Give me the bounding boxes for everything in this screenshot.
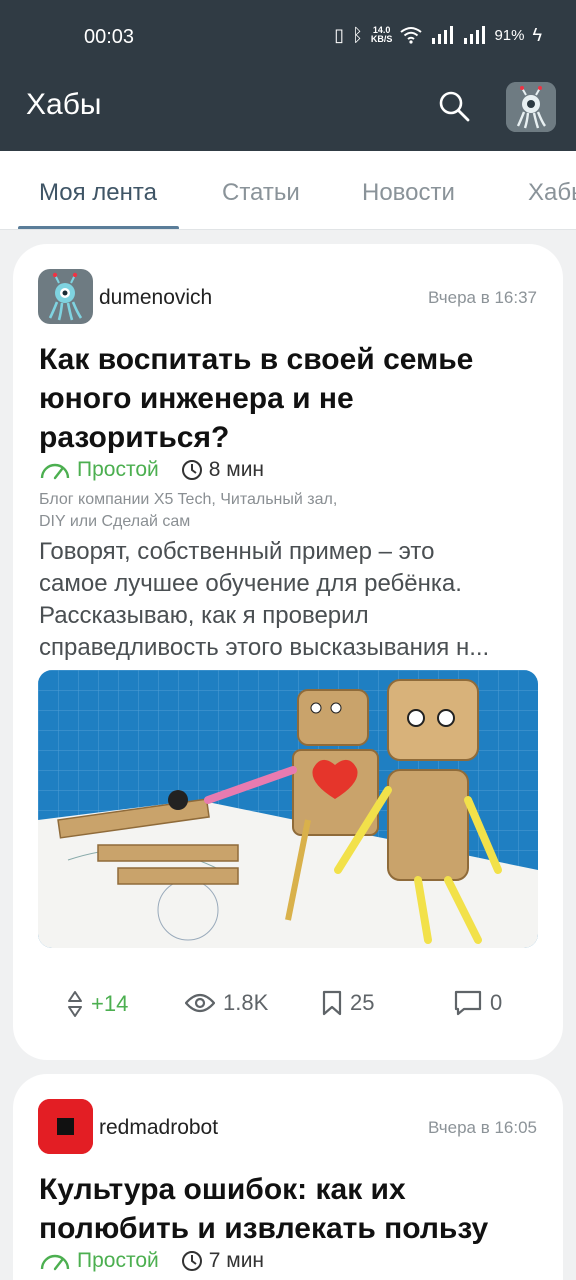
signal-icon-2 — [464, 26, 486, 44]
difficulty-label: Простой — [77, 458, 159, 481]
author-name[interactable]: redmadrobot — [99, 1116, 218, 1140]
post-title[interactable]: Как воспитать в своей семье юного инжене… — [39, 340, 539, 457]
read-time: 8 мин — [181, 458, 264, 482]
author-avatar[interactable] — [38, 269, 93, 324]
post-stats: +14 1.8K 25 0 — [13, 984, 563, 1024]
robot-avatar-icon — [38, 269, 93, 324]
author-name[interactable]: dumenovich — [99, 286, 212, 310]
difficulty-level: Простой — [39, 1249, 159, 1273]
views-counter: 1.8K — [185, 990, 268, 1016]
bookmark-button[interactable]: 25 — [322, 990, 374, 1016]
difficulty-level: Простой — [39, 458, 159, 482]
vote-count: +14 — [91, 991, 129, 1016]
profile-avatar[interactable] — [506, 82, 556, 132]
feed-tabs: Моя лента Статьи Новости Хабы — [0, 151, 576, 230]
status-time: 00:03 — [84, 26, 135, 48]
signal-icon — [432, 26, 454, 44]
views-count: 1.8K — [223, 990, 269, 1015]
bluetooth-icon: ᛒ — [352, 25, 363, 45]
square-logo-icon — [38, 1099, 93, 1154]
author-avatar[interactable] — [38, 1099, 93, 1154]
post-card[interactable]: redmadrobot Вчера в 16:05 Культура ошибо… — [13, 1074, 563, 1280]
comments-count: 0 — [490, 990, 503, 1015]
read-time: 7 мин — [181, 1249, 264, 1273]
tab-articles[interactable]: Статьи — [222, 179, 300, 207]
status-icons: ▯ ᛒ 14.0 KB/S 91% ϟ — [334, 24, 542, 46]
post-hubs[interactable]: Блог компании X5 Tech, Читальный зал, DI… — [39, 489, 439, 533]
post-card[interactable]: dumenovich Вчера в 16:37 Как воспитать в… — [13, 244, 563, 1060]
tab-my-feed[interactable]: Моя лента — [39, 179, 157, 207]
post-meta: Простой 8 мин — [39, 458, 264, 482]
hubs-line: Блог компании X5 Tech, Читальный зал, — [39, 491, 338, 508]
speedometer-icon — [40, 1254, 70, 1271]
network-speed: 14.0 KB/S — [371, 26, 393, 44]
clock-icon — [181, 1251, 202, 1271]
comment-icon — [454, 990, 482, 1016]
robot-avatar-icon — [506, 82, 556, 132]
page-title: Хабы — [26, 88, 102, 121]
hubs-line: DIY или Сделай сам — [39, 513, 191, 530]
post-date: Вчера в 16:05 — [427, 1118, 537, 1137]
bookmarks-count: 25 — [350, 990, 375, 1015]
speed-unit: KB/S — [370, 34, 393, 44]
app-bar: 00:03 ▯ ᛒ 14.0 KB/S 91% ϟ Хабы — [0, 0, 576, 151]
difficulty-label: Простой — [77, 1249, 159, 1272]
vote-control[interactable]: +14 — [67, 990, 128, 1018]
post-date: Вчера в 16:37 — [427, 288, 537, 307]
excerpt-line: самое лучшее обучение для ребёнка. — [39, 570, 462, 597]
post-cover-image[interactable] — [38, 670, 538, 948]
excerpt-line: справедливость этого высказывания н... — [39, 634, 490, 661]
bookmark-icon — [322, 990, 342, 1016]
read-time-label: 7 мин — [208, 1249, 265, 1272]
comments-button[interactable]: 0 — [454, 990, 502, 1016]
cardboard-robots-illustration — [38, 670, 538, 948]
search-button[interactable] — [436, 88, 472, 124]
post-title[interactable]: Культура ошибок: как их полюбить и извле… — [39, 1170, 539, 1248]
battery-level: 91% — [494, 26, 525, 44]
excerpt-line: Рассказываю, как я проверил — [39, 602, 369, 629]
post-excerpt: Говорят, собственный пример – это самое … — [39, 536, 539, 664]
charging-icon: ϟ — [532, 25, 542, 45]
excerpt-line: Говорят, собственный пример – это — [39, 538, 435, 565]
speedometer-icon — [40, 463, 70, 480]
read-time-label: 8 мин — [208, 458, 265, 481]
active-tab-indicator — [18, 226, 179, 229]
post-meta: Простой 7 мин — [39, 1249, 264, 1273]
vote-arrows-icon — [68, 991, 82, 1017]
search-icon — [439, 91, 470, 122]
tab-hubs[interactable]: Хабы — [528, 179, 576, 207]
vibrate-icon: ▯ — [334, 25, 345, 45]
clock-icon — [181, 460, 202, 480]
tab-news[interactable]: Новости — [362, 179, 455, 207]
wifi-icon — [400, 27, 423, 44]
eye-icon — [185, 993, 215, 1013]
